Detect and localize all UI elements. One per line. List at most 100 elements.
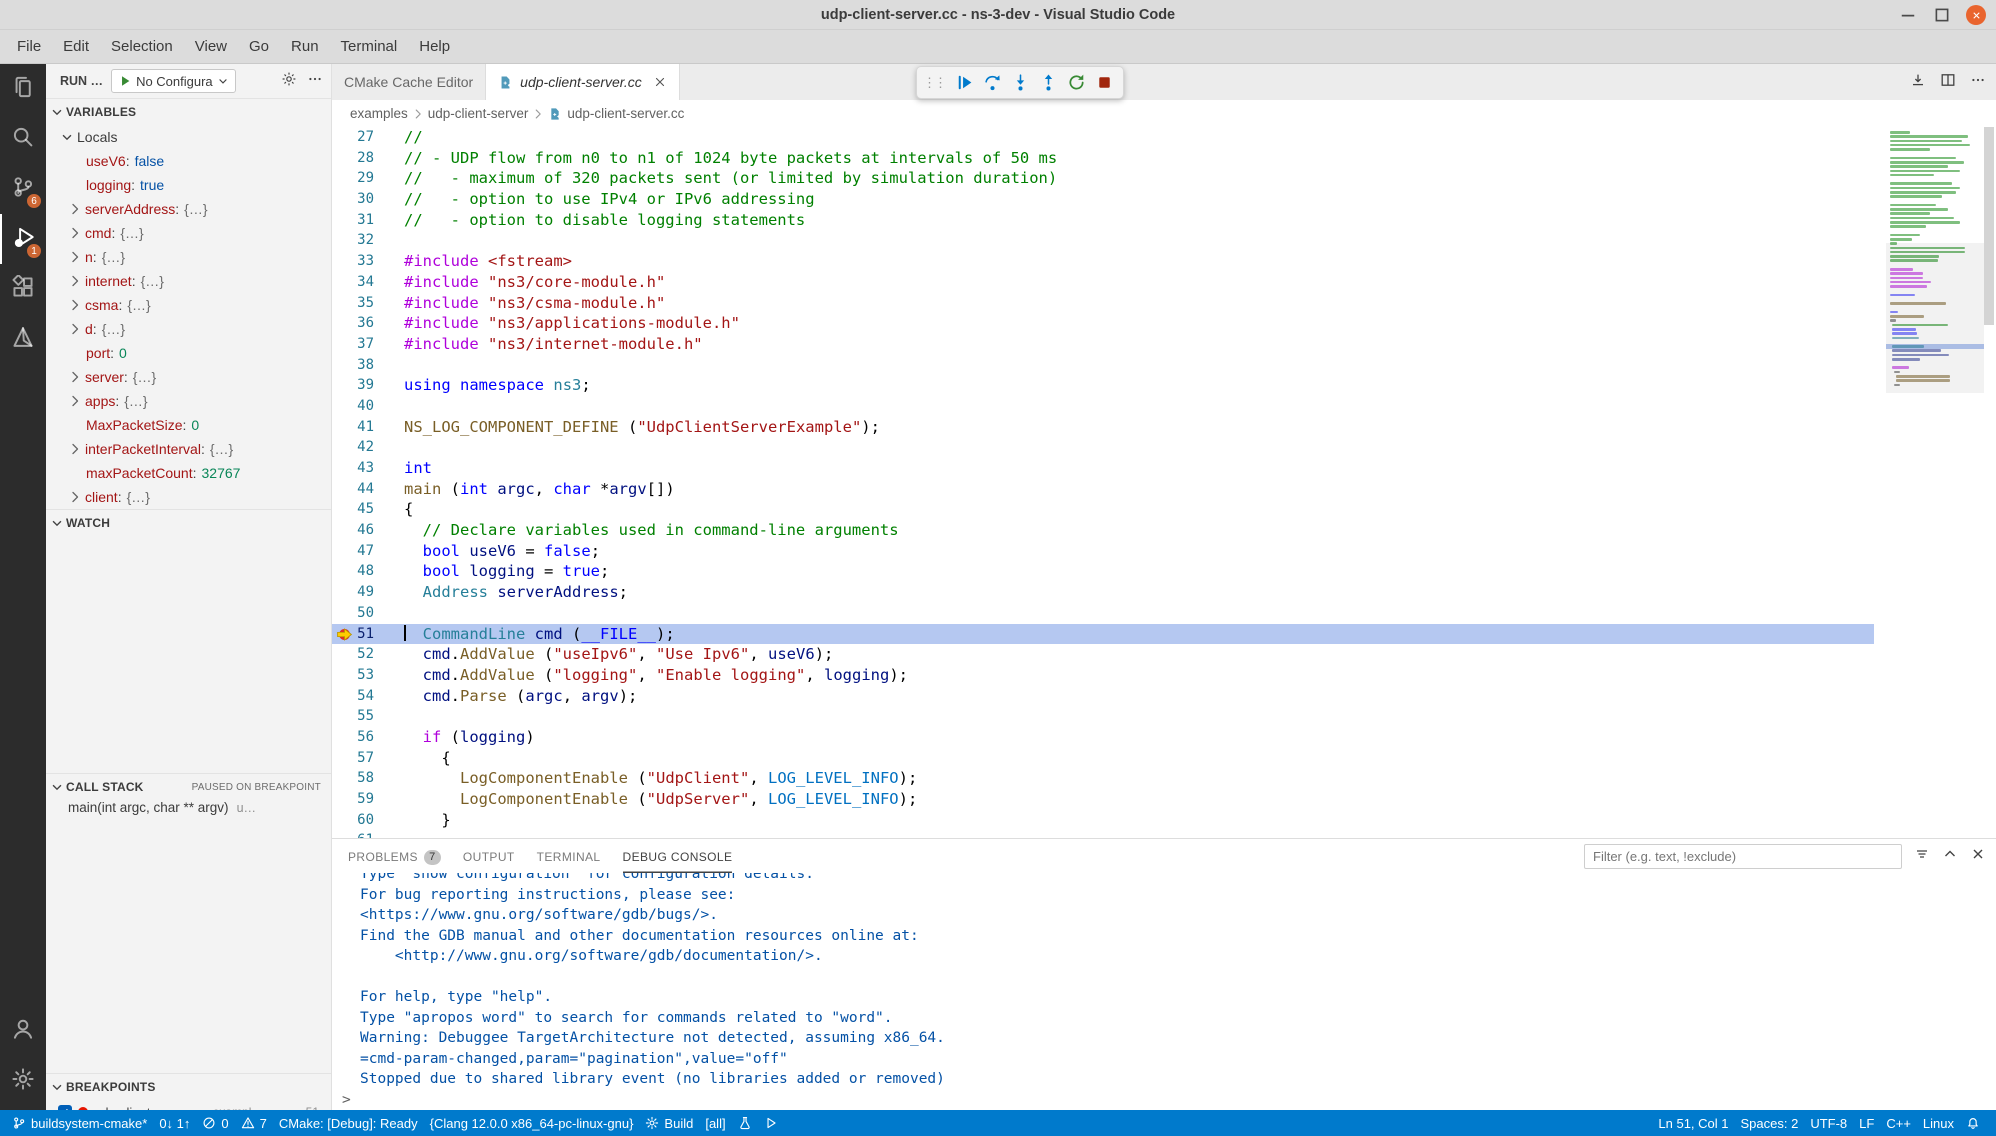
code-line-43[interactable]: 43int [332,458,1874,479]
code-line-30[interactable]: 30// - option to use IPv4 or IPv6 addres… [332,189,1874,210]
gutter[interactable]: 40 [332,396,404,417]
gutter[interactable]: 54 [332,686,404,707]
code-line-44[interactable]: 44main (int argc, char *argv[]) [332,479,1874,500]
gutter[interactable]: 43 [332,458,404,479]
gutter[interactable]: 48 [332,561,404,582]
minimap-viewport[interactable] [1886,243,1984,394]
minimap[interactable] [1890,131,1982,392]
variable-row[interactable]: maxPacketCount:32767 [46,461,331,485]
notifications-bell[interactable] [1960,1116,1986,1130]
breakpoint-row[interactable]: ✓udp-client-server.ccexampl…51 [46,1100,331,1110]
variable-row[interactable]: serverAddress:{…} [46,197,331,221]
extensions-activity-item[interactable] [0,264,46,314]
menu-run[interactable]: Run [280,34,330,59]
variable-row[interactable]: apps:{…} [46,389,331,413]
gutter[interactable]: 47 [332,541,404,562]
code-line-59[interactable]: 59 LogComponentEnable ("UdpServer", LOG_… [332,789,1874,810]
code-line-51[interactable]: 51 CommandLine cmd (__FILE__); [332,624,1874,645]
variable-row[interactable]: internet:{…} [46,269,331,293]
code-line-60[interactable]: 60 } [332,810,1874,831]
code-line-45[interactable]: 45{ [332,499,1874,520]
debug-settings-gear-icon[interactable] [281,71,297,92]
code-line-28[interactable]: 28// - UDP flow from n0 to n1 of 1024 by… [332,148,1874,169]
more-actions-icon[interactable] [1970,72,1986,93]
variables-section-header[interactable]: VARIABLES [46,99,331,125]
code-line-32[interactable]: 32 [332,230,1874,251]
continue-button[interactable] [951,70,977,96]
gutter[interactable]: 59 [332,789,404,810]
code-line-50[interactable]: 50 [332,603,1874,624]
cmake-target-status[interactable]: [all] [699,1110,731,1136]
code-line-42[interactable]: 42 [332,437,1874,458]
gutter[interactable]: 30 [332,189,404,210]
restart-button[interactable] [1063,70,1089,96]
variable-row[interactable]: interPacketInterval:{…} [46,437,331,461]
code-line-55[interactable]: 55 [332,706,1874,727]
gutter[interactable]: 38 [332,355,404,376]
cmake-tools-activity-item[interactable] [0,314,46,364]
stack-frame[interactable]: main(int argc, char ** argv)u… [46,800,331,824]
search-activity-item[interactable] [0,114,46,164]
menu-edit[interactable]: Edit [52,34,100,59]
cmake-status[interactable]: CMake: [Debug]: Ready [273,1110,424,1136]
close-icon[interactable] [1966,5,1986,25]
gutter[interactable]: 45 [332,499,404,520]
maximize-icon[interactable] [1932,5,1952,25]
gutter[interactable]: 56 [332,727,404,748]
gutter[interactable]: 39 [332,375,404,396]
menu-selection[interactable]: Selection [100,34,184,59]
panel-tab-debug-console[interactable]: DEBUG CONSOLE [623,839,733,873]
gutter[interactable]: 32 [332,230,404,251]
gutter[interactable]: 36 [332,313,404,334]
gutter[interactable]: 53 [332,665,404,686]
breakpoints-section-header[interactable]: BREAKPOINTS [46,1074,331,1100]
variable-row[interactable]: d:{…} [46,317,331,341]
code-line-35[interactable]: 35#include "ns3/csma-module.h" [332,293,1874,314]
variable-row[interactable]: server:{…} [46,365,331,389]
watch-section-header[interactable]: WATCH [46,510,331,536]
editor-tab-0[interactable]: CMake Cache Editor [332,64,486,100]
debug-console-output[interactable]: Type "show configuration" for configurat… [332,873,1996,1110]
warnings-status[interactable]: 7 [235,1110,273,1136]
gutter[interactable]: 50 [332,603,404,624]
gutter[interactable]: 49 [332,582,404,603]
variable-row[interactable]: MaxPacketSize:0 [46,413,331,437]
gutter[interactable]: 57 [332,748,404,769]
gutter[interactable]: 31 [332,210,404,231]
code-line-33[interactable]: 33#include <fstream> [332,251,1874,272]
maximize-panel-icon[interactable] [1942,846,1958,867]
gutter[interactable]: 51 [332,624,404,645]
source-control-activity-item[interactable]: 6 [0,164,46,214]
gutter[interactable]: 52 [332,644,404,665]
code-line-41[interactable]: 41NS_LOG_COMPONENT_DEFINE ("UdpClientSer… [332,417,1874,438]
variable-row[interactable]: logging:true [46,173,331,197]
code-line-40[interactable]: 40 [332,396,1874,417]
call-stack-section-header[interactable]: CALL STACK PAUSED ON BREAKPOINT [46,774,331,800]
cmake-build-button[interactable]: Build [639,1110,699,1136]
gutter[interactable]: 61 [332,830,404,838]
remote-os-status[interactable]: Linux [1917,1116,1960,1131]
menu-help[interactable]: Help [408,34,461,59]
scrollbar-thumb[interactable] [1984,127,1994,325]
indentation-status[interactable]: Spaces: 2 [1735,1116,1805,1131]
panel-tab-output[interactable]: OUTPUT [463,839,515,873]
gutter[interactable]: 35 [332,293,404,314]
variable-row[interactable]: cmd:{…} [46,221,331,245]
code-line-46[interactable]: 46 // Declare variables used in command-… [332,520,1874,541]
code-line-49[interactable]: 49 Address serverAddress; [332,582,1874,603]
variable-row[interactable]: client:{…} [46,485,331,509]
cmake-run-button[interactable] [758,1110,784,1136]
code-line-39[interactable]: 39using namespace ns3; [332,375,1874,396]
git-sync-status[interactable]: 0↓ 1↑ [153,1110,196,1136]
errors-status[interactable]: 0 [196,1110,234,1136]
variable-row[interactable]: useV6:false [46,149,331,173]
start-debug-icon[interactable] [118,74,132,88]
explorer-activity-item[interactable] [0,64,46,114]
launch-config-dropdown[interactable]: No Configura [111,69,236,93]
variable-row[interactable]: port:0 [46,341,331,365]
gutter[interactable]: 29 [332,168,404,189]
menu-view[interactable]: View [184,34,238,59]
code-line-53[interactable]: 53 cmd.AddValue ("logging", "Enable logg… [332,665,1874,686]
breadcrumb-item[interactable]: udp-client-server [428,106,529,121]
gutter[interactable]: 60 [332,810,404,831]
